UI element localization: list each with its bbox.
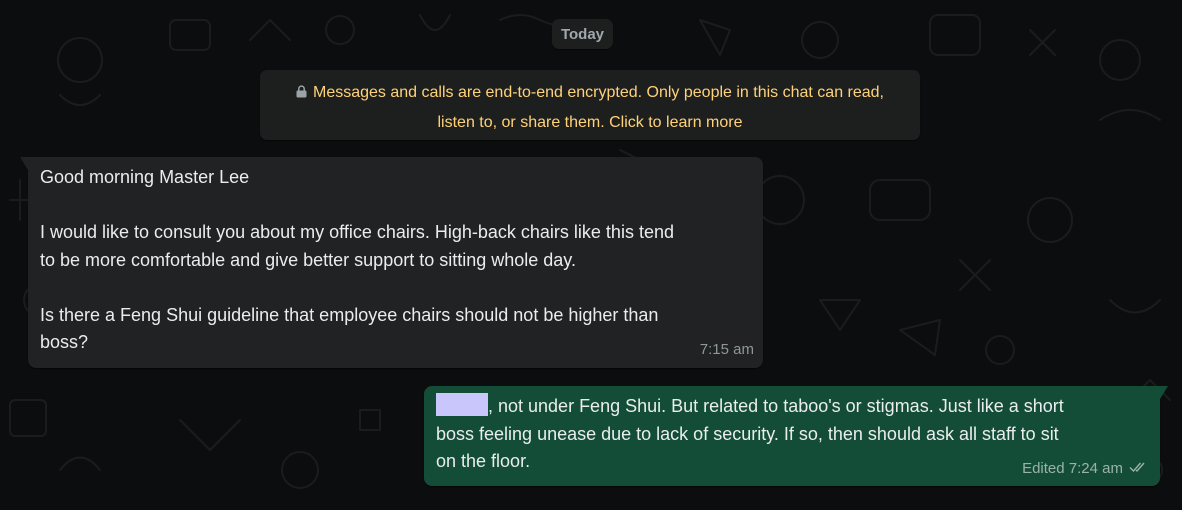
message-line: boss? <box>40 332 89 352</box>
bubble-tail <box>20 157 28 170</box>
message-line: to be more comfortable and give better s… <box>40 249 576 270</box>
message-line: I would like to consult you about my off… <box>40 222 674 242</box>
edited-label: Edited <box>1022 459 1065 477</box>
outgoing-message[interactable]: , not under Feng Shui. But related to ta… <box>424 386 1168 486</box>
double-check-icon <box>1129 455 1149 483</box>
bubble-tail <box>1160 386 1168 399</box>
incoming-message[interactable]: Good morning Master Lee I would like to … <box>20 157 763 368</box>
encryption-notice-line2: listen to, or share them. Click to learn… <box>437 114 743 131</box>
encryption-notice[interactable]: Messages and calls are end-to-end encryp… <box>260 70 920 140</box>
date-divider: Today <box>552 19 613 49</box>
encryption-notice-line1: Messages and calls are end-to-end encryp… <box>313 84 884 101</box>
lock-icon <box>296 79 307 108</box>
message-line: Good morning Master Lee <box>40 167 250 187</box>
message-time: 7:15 am <box>699 340 754 358</box>
message-line: Is there a Feng Shui guideline that empl… <box>40 304 659 325</box>
redaction-block <box>436 393 488 416</box>
message-time: 7:24 am <box>1068 459 1123 477</box>
message-meta: Edited 7:24 am <box>1022 455 1149 483</box>
message-meta: 7:15 am <box>700 336 754 364</box>
message-line: boss feeling unease due to lack of secur… <box>436 423 1059 444</box>
message-line: , not under Feng Shui. But related to ta… <box>436 393 1146 421</box>
message-line-text: , not under Feng Shui. But related to ta… <box>488 396 1064 416</box>
